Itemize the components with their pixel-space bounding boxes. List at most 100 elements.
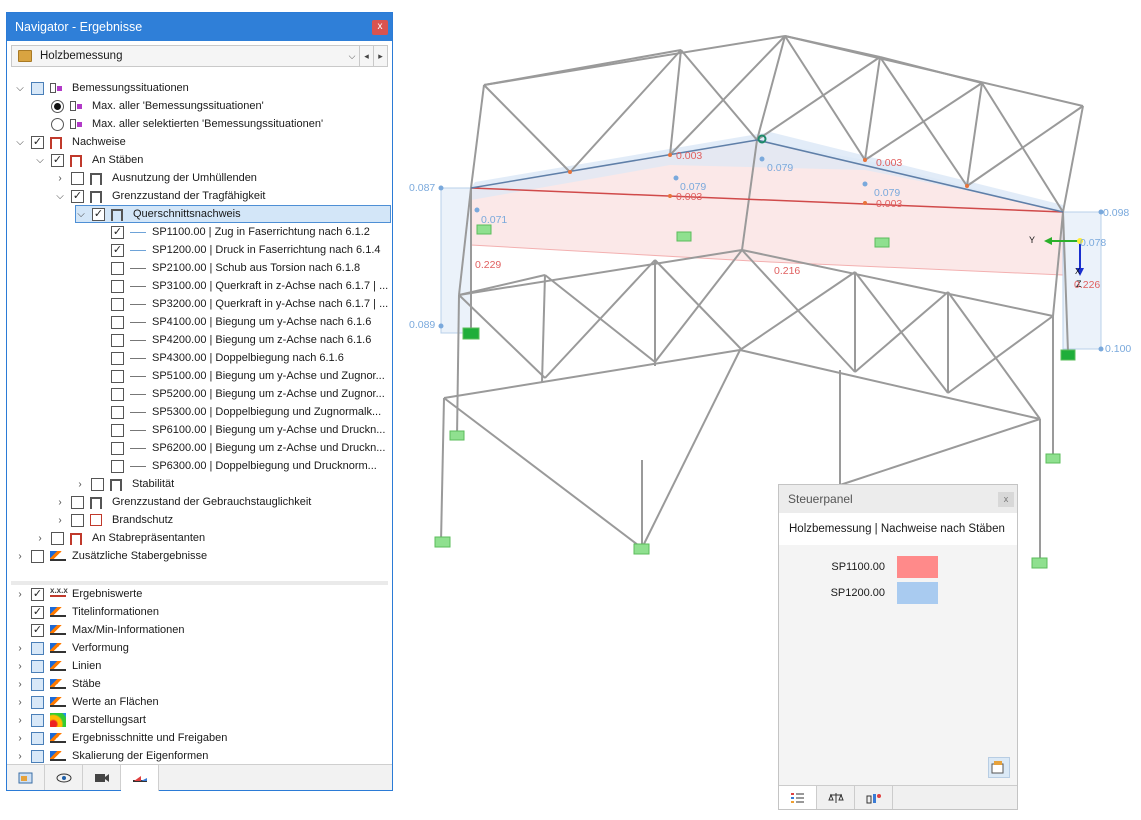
tree-item-linien[interactable]: › Linien: [15, 657, 101, 675]
radio-button[interactable]: [51, 99, 64, 113]
expand-icon[interactable]: ›: [55, 515, 65, 526]
expand-icon[interactable]: ›: [15, 661, 25, 672]
checkbox[interactable]: ✓: [92, 207, 105, 221]
checkbox[interactable]: [111, 351, 124, 365]
checkbox[interactable]: ✓: [31, 135, 44, 149]
tree-item-querschnittsnachweis[interactable]: ⌵ ✓ Querschnittsnachweis: [75, 205, 391, 223]
tree-item-gzt[interactable]: ⌵ ✓ Grenzzustand der Tragfähigkeit: [55, 187, 265, 205]
tab-data[interactable]: [7, 765, 45, 790]
tree-item-sp3100[interactable]: SP3100.00 | Querkraft in z-Achse nach 6.…: [111, 277, 388, 295]
collapse-icon[interactable]: ⌵: [15, 83, 25, 94]
tree-item-ergebniswerte[interactable]: › ✓ x.x.x Ergebniswerte: [15, 585, 142, 603]
tab-display[interactable]: [45, 765, 83, 790]
expand-icon[interactable]: ›: [15, 733, 25, 744]
tree-item-sp3200[interactable]: SP3200.00 | Querkraft in y-Achse nach 6.…: [111, 295, 388, 313]
expand-icon[interactable]: ›: [15, 715, 25, 726]
checkbox[interactable]: [111, 369, 124, 383]
checkbox[interactable]: ✓: [111, 225, 124, 239]
tree-item-sp5300[interactable]: SP5300.00 | Doppelbiegung und Zugnormalk…: [111, 403, 381, 421]
next-arrow-icon[interactable]: ▸: [373, 46, 387, 66]
tree-item-ausnutzung[interactable]: › Ausnutzung der Umhüllenden: [55, 169, 257, 187]
expand-icon[interactable]: ›: [15, 697, 25, 708]
tab-filter[interactable]: [855, 786, 893, 809]
expand-icon[interactable]: ›: [15, 679, 25, 690]
expand-icon[interactable]: ›: [15, 751, 25, 762]
tree-item-sp4100[interactable]: SP4100.00 | Biegung um y-Achse nach 6.1.…: [111, 313, 371, 331]
checkbox[interactable]: ✓: [31, 605, 44, 619]
checkbox[interactable]: [111, 405, 124, 419]
checkbox[interactable]: ✓: [111, 243, 124, 257]
checkbox[interactable]: [71, 513, 84, 527]
checkbox[interactable]: [111, 441, 124, 455]
chevron-down-icon[interactable]: ⌵: [345, 46, 359, 66]
tree-item-sp4300[interactable]: SP4300.00 | Doppelbiegung nach 6.1.6: [111, 349, 344, 367]
tree-item-ergebnisschnitte[interactable]: › Ergebnisschnitte und Freigaben: [15, 729, 227, 747]
tab-scale[interactable]: [817, 786, 855, 809]
checkbox[interactable]: [111, 279, 124, 293]
tree-item-titelinformationen[interactable]: ✓ Titelinformationen: [31, 603, 159, 621]
checkbox[interactable]: [31, 549, 44, 563]
checkbox[interactable]: [71, 171, 84, 185]
tree-item-brandschutz[interactable]: › Brandschutz: [55, 511, 173, 529]
checkbox[interactable]: [111, 459, 124, 473]
expand-icon[interactable]: ›: [55, 497, 65, 508]
tree-item-nachweise[interactable]: ⌵ ✓ Nachweise: [15, 133, 126, 151]
checkbox[interactable]: [31, 677, 44, 691]
checkbox[interactable]: [31, 695, 44, 709]
tree-item-sp6200[interactable]: SP6200.00 | Biegung um z-Achse und Druck…: [111, 439, 385, 457]
collapse-icon[interactable]: ⌵: [76, 209, 86, 220]
checkbox[interactable]: [111, 261, 124, 275]
collapse-icon[interactable]: ⌵: [35, 155, 45, 166]
tree-item-werte-flaechen[interactable]: › Werte an Flächen: [15, 693, 159, 711]
tab-views[interactable]: [83, 765, 121, 790]
radio-button[interactable]: [51, 117, 64, 131]
tree-item-stabrepraesentanten[interactable]: › An Stabrepräsentanten: [35, 529, 205, 547]
tree-item-max-selektierte[interactable]: Max. aller selektierten 'Bemessungssitua…: [51, 115, 323, 133]
collapse-icon[interactable]: ⌵: [15, 137, 25, 148]
close-icon[interactable]: x: [372, 20, 388, 35]
result-type-dropdown[interactable]: Holzbemessung ⌵ ◂ ▸: [11, 45, 388, 67]
expand-icon[interactable]: ›: [15, 551, 25, 562]
checkbox[interactable]: [31, 731, 44, 745]
checkbox[interactable]: [31, 81, 44, 95]
checkbox[interactable]: [31, 659, 44, 673]
tree-item-max-alle[interactable]: Max. aller 'Bemessungssituationen': [51, 97, 264, 115]
checkbox[interactable]: ✓: [71, 189, 84, 203]
tree-item-gzg[interactable]: › Grenzzustand der Gebrauchstauglichkeit: [55, 493, 311, 511]
expand-icon[interactable]: ›: [15, 643, 25, 654]
tree-item-maxmin[interactable]: ✓ Max/Min-Informationen: [31, 621, 185, 639]
tree-item-sp1200[interactable]: ✓ SP1200.00 | Druck in Faserrichtung nac…: [111, 241, 381, 259]
tree-item-bemessungssituationen[interactable]: ⌵ Bemessungssituationen: [15, 79, 189, 97]
expand-icon[interactable]: ›: [15, 589, 25, 600]
checkbox[interactable]: [91, 477, 104, 491]
tree-item-verformung[interactable]: › Verformung: [15, 639, 129, 657]
model-viewport[interactable]: Y Z X 0.087 0.071 0.229 0.089 0.003 0.07…: [400, 20, 1141, 580]
tree-item-an-staeben[interactable]: ⌵ ✓ An Stäben: [35, 151, 143, 169]
checkbox[interactable]: [111, 423, 124, 437]
expand-icon[interactable]: ›: [75, 479, 85, 490]
tree-item-staebe[interactable]: › Stäbe: [15, 675, 101, 693]
expand-icon[interactable]: ›: [35, 533, 45, 544]
checkbox[interactable]: [111, 315, 124, 329]
close-icon[interactable]: x: [998, 492, 1014, 507]
collapse-icon[interactable]: ⌵: [55, 191, 65, 202]
checkbox[interactable]: [71, 495, 84, 509]
tree-item-sp6300[interactable]: SP6300.00 | Doppelbiegung und Drucknorm.…: [111, 457, 377, 475]
tree-item-sp5200[interactable]: SP5200.00 | Biegung um z-Achse und Zugno…: [111, 385, 385, 403]
checkbox[interactable]: ✓: [31, 623, 44, 637]
tree-item-zusaetzliche[interactable]: › Zusätzliche Stabergebnisse: [15, 547, 207, 565]
tab-results[interactable]: [121, 765, 159, 791]
tree-item-stabilitaet[interactable]: › Stabilität: [75, 475, 174, 493]
tree-item-skalierung[interactable]: › Skalierung der Eigenformen: [15, 747, 208, 765]
checkbox[interactable]: [31, 641, 44, 655]
previous-arrow-icon[interactable]: ◂: [359, 46, 373, 66]
checkbox[interactable]: [111, 387, 124, 401]
checkbox[interactable]: [31, 713, 44, 727]
tree-item-sp2100[interactable]: SP2100.00 | Schub aus Torsion nach 6.1.8: [111, 259, 360, 277]
checkbox[interactable]: [111, 333, 124, 347]
export-button[interactable]: [988, 757, 1010, 778]
tree-item-sp4200[interactable]: SP4200.00 | Biegung um z-Achse nach 6.1.…: [111, 331, 371, 349]
checkbox[interactable]: ✓: [31, 587, 44, 601]
tree-item-darstellungsart[interactable]: › Darstellungsart: [15, 711, 146, 729]
checkbox[interactable]: [111, 297, 124, 311]
